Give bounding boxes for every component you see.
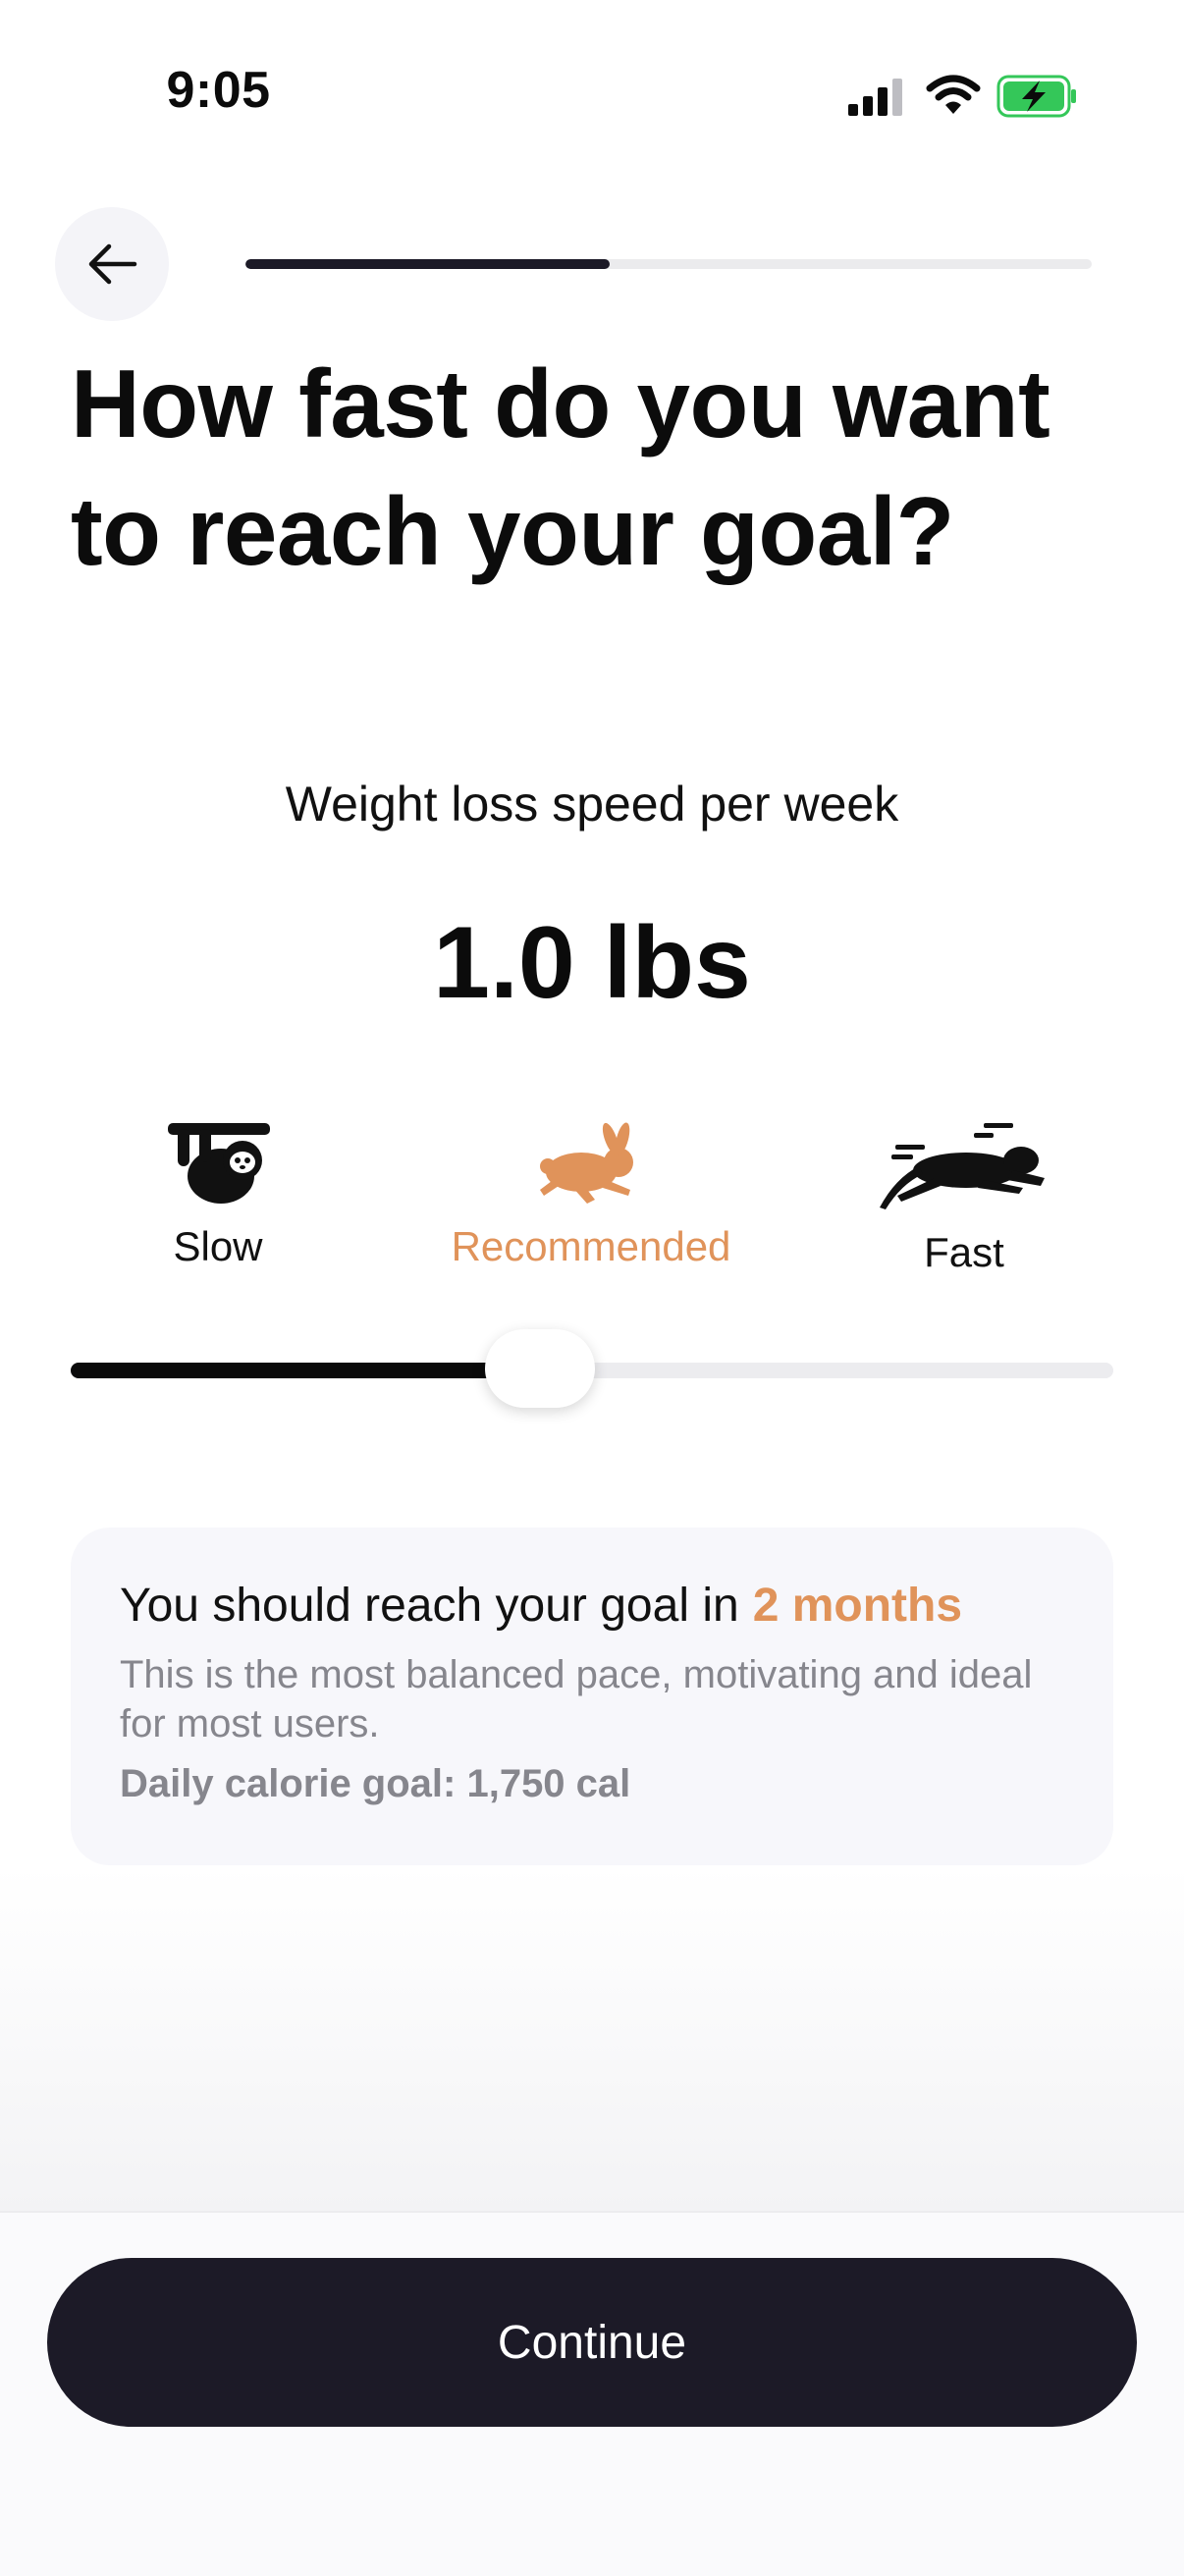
speed-option-recommended[interactable]: Recommended xyxy=(434,1119,748,1270)
daily-calorie-goal: Daily calorie goal: 1,750 cal xyxy=(120,1762,631,1805)
speed-option-fast[interactable]: Fast xyxy=(807,1119,1121,1276)
onboarding-progress-bar xyxy=(245,259,1092,269)
bottom-fade xyxy=(0,1865,1184,2211)
arrow-left-icon xyxy=(88,243,137,285)
cellular-signal-icon xyxy=(848,79,902,116)
status-bar: 9:05 xyxy=(0,0,1184,196)
speed-option-label: Slow xyxy=(173,1223,263,1269)
back-button[interactable] xyxy=(55,207,169,321)
sloth-icon xyxy=(168,1123,270,1204)
speed-option-label: Fast xyxy=(924,1229,1004,1275)
continue-button[interactable]: Continue xyxy=(47,2258,1137,2427)
speed-option-label: Recommended xyxy=(451,1223,731,1269)
slider-thumb[interactable] xyxy=(484,1329,595,1408)
rabbit-icon xyxy=(540,1122,633,1204)
wifi-icon xyxy=(926,75,981,114)
goal-estimate-description: This is the most balanced pace, motivati… xyxy=(120,1653,1033,1745)
goal-estimate-card: You should reach your goal in 2 months Th… xyxy=(71,1528,1113,1865)
speed-option-slow[interactable]: Slow xyxy=(61,1119,375,1270)
status-time: 9:05 xyxy=(166,62,271,119)
goal-estimate-duration: 2 months xyxy=(752,1580,963,1632)
battery-charging-icon xyxy=(996,75,1076,118)
goal-estimate-text: You should reach your goal in xyxy=(120,1580,739,1632)
panther-icon xyxy=(880,1123,1045,1209)
goal-estimate-headline: You should reach your goal in 2 months xyxy=(120,1579,1064,1633)
slider-fill xyxy=(71,1363,540,1378)
speed-value: 1.0 lbs xyxy=(433,906,751,1020)
progress-fill xyxy=(245,259,610,269)
speed-slider[interactable] xyxy=(71,1329,1113,1408)
page-title: How fast do you want to reach your goal? xyxy=(71,349,1050,585)
speed-label: Weight loss speed per week xyxy=(285,777,899,832)
